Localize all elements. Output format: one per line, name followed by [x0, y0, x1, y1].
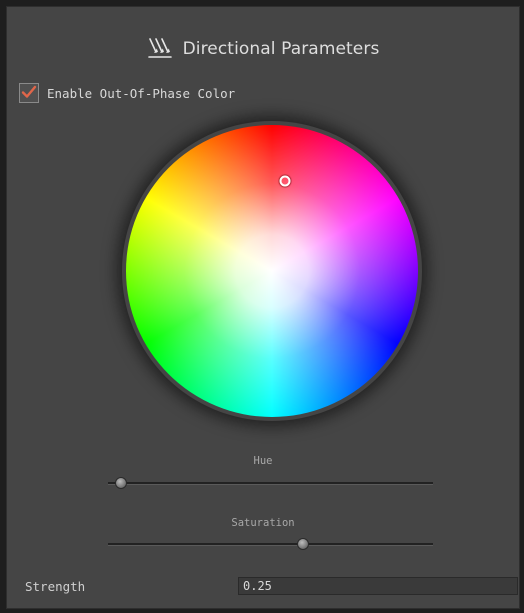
- checkmark-icon: [21, 84, 37, 103]
- strength-input[interactable]: [238, 577, 518, 595]
- color-wheel-handle[interactable]: [279, 175, 291, 187]
- enable-out-of-phase-row: Enable Out-Of-Phase Color: [19, 83, 235, 103]
- directional-parameters-panel: Directional Parameters Enable Out-Of-Pha…: [6, 6, 520, 609]
- directional-arrows-icon: [147, 38, 173, 60]
- color-wheel-container: [126, 125, 418, 417]
- hue-slider[interactable]: [108, 477, 433, 489]
- saturation-slider-thumb[interactable]: [297, 538, 309, 550]
- strength-label: Strength: [25, 579, 86, 594]
- panel-title: Directional Parameters: [182, 39, 380, 59]
- hue-slider-label: Hue: [253, 455, 273, 467]
- panel-header: Directional Parameters: [7, 35, 519, 63]
- enable-out-of-phase-label: Enable Out-Of-Phase Color: [47, 85, 236, 101]
- enable-out-of-phase-checkbox[interactable]: [19, 83, 39, 103]
- saturation-slider[interactable]: [108, 538, 433, 550]
- color-wheel[interactable]: [126, 125, 418, 417]
- hue-slider-thumb[interactable]: [115, 477, 127, 489]
- saturation-slider-label: Saturation: [231, 517, 295, 529]
